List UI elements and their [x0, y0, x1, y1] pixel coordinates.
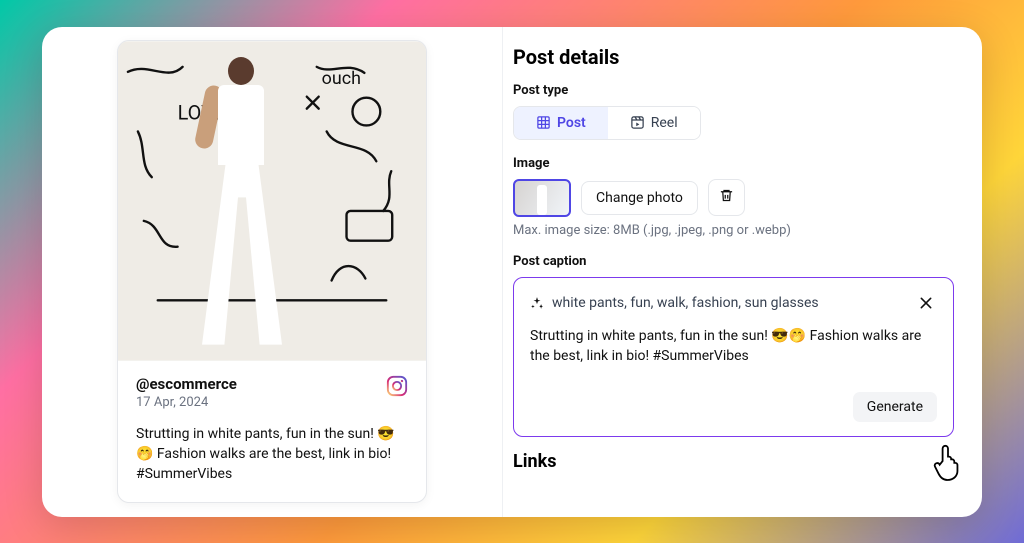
account-handle: @escommerce [136, 375, 237, 393]
post-type-reel[interactable]: Reel [608, 107, 700, 139]
generated-caption[interactable]: Strutting in white pants, fun in the sun… [530, 326, 937, 367]
instagram-icon [386, 375, 408, 397]
details-pane: Post details Post type Post Reel Image C… [502, 27, 982, 517]
post-type-post[interactable]: Post [514, 107, 608, 139]
sparkle-icon [530, 296, 544, 310]
generate-button[interactable]: Generate [853, 392, 937, 422]
grid-icon [536, 115, 551, 130]
prompt-keywords[interactable]: white pants, fun, walk, fashion, sun gla… [552, 295, 819, 311]
details-title: Post details [513, 45, 954, 69]
post-type-label: Post type [513, 83, 954, 98]
trash-icon [719, 188, 734, 203]
preview-pane: ouch LOVE @escommerce 17 Apr, 202 [42, 27, 502, 517]
caption-preview: Strutting in white pants, fun in the sun… [136, 424, 408, 485]
post-type-reel-label: Reel [651, 115, 678, 131]
image-label: Image [513, 156, 954, 171]
close-icon[interactable] [915, 292, 937, 314]
change-photo-button[interactable]: Change photo [581, 181, 698, 215]
app-window: ouch LOVE @escommerce 17 Apr, 202 [42, 27, 982, 517]
reel-icon [630, 115, 645, 130]
post-preview-card: ouch LOVE @escommerce 17 Apr, 202 [117, 40, 427, 504]
post-image: ouch LOVE [118, 41, 426, 361]
post-type-post-label: Post [557, 115, 586, 131]
caption-box: white pants, fun, walk, fashion, sun gla… [513, 277, 954, 437]
post-type-segmented: Post Reel [513, 106, 701, 140]
post-date: 17 Apr, 2024 [136, 395, 237, 410]
caption-label: Post caption [513, 254, 954, 269]
svg-text:ouch: ouch [322, 67, 361, 88]
image-thumbnail[interactable] [513, 179, 571, 217]
delete-photo-button[interactable] [708, 179, 745, 216]
links-title: Links [513, 451, 954, 472]
image-hint: Max. image size: 8MB (.jpg, .jpeg, .png … [513, 223, 954, 238]
